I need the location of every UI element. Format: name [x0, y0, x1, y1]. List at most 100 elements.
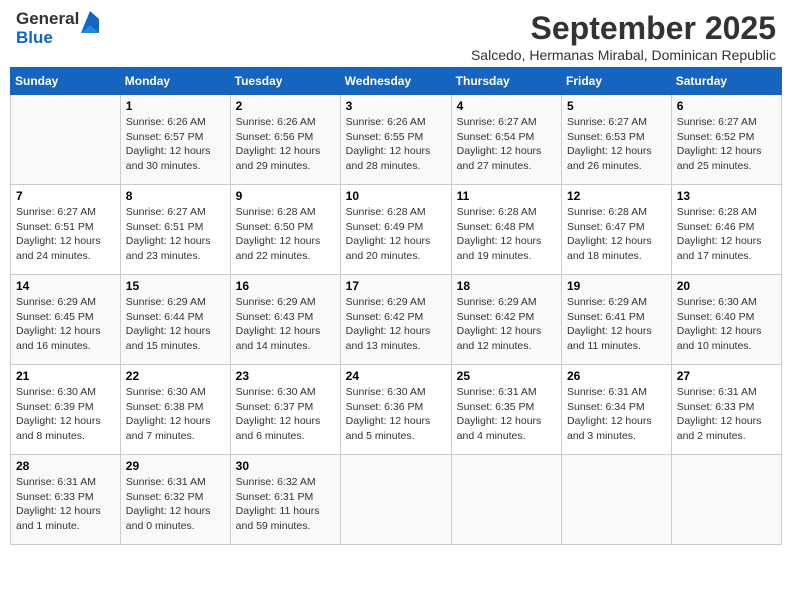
- day-number: 2: [236, 99, 335, 113]
- day-number: 11: [457, 189, 556, 203]
- calendar-header-row: SundayMondayTuesdayWednesdayThursdayFrid…: [11, 68, 782, 95]
- day-number: 18: [457, 279, 556, 293]
- day-number: 26: [567, 369, 666, 383]
- day-number: 14: [16, 279, 115, 293]
- calendar-cell: 30Sunrise: 6:32 AM Sunset: 6:31 PM Dayli…: [230, 455, 340, 545]
- day-info: Sunrise: 6:31 AM Sunset: 6:32 PM Dayligh…: [126, 475, 225, 534]
- day-number: 22: [126, 369, 225, 383]
- calendar-cell: 11 Sunrise: 6:28 AM Sunset: 6:48 PM Dayli…: [451, 185, 561, 275]
- day-info: Sunrise: 6:28 AM Sunset: 6:47 PM Dayligh…: [567, 205, 666, 264]
- calendar-cell: 28Sunrise: 6:31 AM Sunset: 6:33 PM Dayli…: [11, 455, 121, 545]
- day-number: 4: [457, 99, 556, 113]
- day-info: Sunrise: 6:31 AM Sunset: 6:35 PM Dayligh…: [457, 385, 556, 444]
- calendar-cell: 7 Sunrise: 6:27 AM Sunset: 6:51 PM Daylig…: [11, 185, 121, 275]
- month-title: September 2025: [471, 10, 776, 47]
- calendar-cell: 20Sunrise: 6:30 AM Sunset: 6:40 PM Dayli…: [671, 275, 781, 365]
- day-info: Sunrise: 6:27 AM Sunset: 6:52 PM Dayligh…: [677, 115, 776, 174]
- calendar-cell: 29 Sunrise: 6:31 AM Sunset: 6:32 PM Dayli…: [120, 455, 230, 545]
- calendar-cell: [11, 95, 121, 185]
- day-number: 17: [346, 279, 446, 293]
- day-number: 10: [346, 189, 446, 203]
- day-number: 3: [346, 99, 446, 113]
- calendar-cell: [562, 455, 672, 545]
- day-number: 6: [677, 99, 776, 113]
- calendar-cell: 4 Sunrise: 6:27 AM Sunset: 6:54 PM Daylig…: [451, 95, 561, 185]
- location-subtitle: Salcedo, Hermanas Mirabal, Dominican Rep…: [471, 47, 776, 63]
- calendar-cell: 25 Sunrise: 6:31 AM Sunset: 6:35 PM Dayli…: [451, 365, 561, 455]
- calendar-cell: [671, 455, 781, 545]
- day-info: Sunrise: 6:26 AM Sunset: 6:57 PM Dayligh…: [126, 115, 225, 174]
- calendar-cell: 5 Sunrise: 6:27 AM Sunset: 6:53 PM Daylig…: [562, 95, 672, 185]
- calendar-cell: 12 Sunrise: 6:28 AM Sunset: 6:47 PM Dayli…: [562, 185, 672, 275]
- day-info: Sunrise: 6:32 AM Sunset: 6:31 PM Dayligh…: [236, 475, 335, 534]
- day-number: 16: [236, 279, 335, 293]
- day-number: 7: [16, 189, 115, 203]
- day-number: 12: [567, 189, 666, 203]
- calendar-cell: 1 Sunrise: 6:26 AM Sunset: 6:57 PM Daylig…: [120, 95, 230, 185]
- page-header: General Blue September 2025 Salcedo, Her…: [10, 10, 782, 63]
- calendar-week-row: 21 Sunrise: 6:30 AM Sunset: 6:39 PM Dayli…: [11, 365, 782, 455]
- calendar-week-row: 7 Sunrise: 6:27 AM Sunset: 6:51 PM Daylig…: [11, 185, 782, 275]
- calendar-cell: 13 Sunrise: 6:28 AM Sunset: 6:46 PM Dayli…: [671, 185, 781, 275]
- day-info: Sunrise: 6:29 AM Sunset: 6:44 PM Dayligh…: [126, 295, 225, 354]
- day-info: Sunrise: 6:31 AM Sunset: 6:33 PM Dayligh…: [677, 385, 776, 444]
- calendar-week-row: 14 Sunrise: 6:29 AM Sunset: 6:45 PM Dayli…: [11, 275, 782, 365]
- day-number: 13: [677, 189, 776, 203]
- weekday-header-friday: Friday: [562, 68, 672, 95]
- day-number: 21: [16, 369, 115, 383]
- day-info: Sunrise: 6:30 AM Sunset: 6:40 PM Dayligh…: [677, 295, 776, 354]
- day-number: 5: [567, 99, 666, 113]
- day-number: 23: [236, 369, 335, 383]
- day-info: Sunrise: 6:28 AM Sunset: 6:48 PM Dayligh…: [457, 205, 556, 264]
- day-info: Sunrise: 6:26 AM Sunset: 6:55 PM Dayligh…: [346, 115, 446, 174]
- day-info: Sunrise: 6:27 AM Sunset: 6:51 PM Dayligh…: [126, 205, 225, 264]
- day-info: Sunrise: 6:29 AM Sunset: 6:42 PM Dayligh…: [457, 295, 556, 354]
- day-info: Sunrise: 6:30 AM Sunset: 6:37 PM Dayligh…: [236, 385, 335, 444]
- calendar-cell: 24 Sunrise: 6:30 AM Sunset: 6:36 PM Dayli…: [340, 365, 451, 455]
- calendar-cell: 17Sunrise: 6:29 AM Sunset: 6:42 PM Dayli…: [340, 275, 451, 365]
- day-number: 24: [346, 369, 446, 383]
- calendar-cell: 27Sunrise: 6:31 AM Sunset: 6:33 PM Dayli…: [671, 365, 781, 455]
- calendar-cell: [340, 455, 451, 545]
- day-info: Sunrise: 6:29 AM Sunset: 6:41 PM Dayligh…: [567, 295, 666, 354]
- calendar-cell: 26 Sunrise: 6:31 AM Sunset: 6:34 PM Dayli…: [562, 365, 672, 455]
- day-number: 25: [457, 369, 556, 383]
- day-info: Sunrise: 6:29 AM Sunset: 6:43 PM Dayligh…: [236, 295, 335, 354]
- calendar-cell: 8Sunrise: 6:27 AM Sunset: 6:51 PM Daylig…: [120, 185, 230, 275]
- calendar-week-row: 28Sunrise: 6:31 AM Sunset: 6:33 PM Dayli…: [11, 455, 782, 545]
- weekday-header-saturday: Saturday: [671, 68, 781, 95]
- day-info: Sunrise: 6:29 AM Sunset: 6:45 PM Dayligh…: [16, 295, 115, 354]
- day-info: Sunrise: 6:30 AM Sunset: 6:36 PM Dayligh…: [346, 385, 446, 444]
- weekday-header-tuesday: Tuesday: [230, 68, 340, 95]
- day-number: 29: [126, 459, 225, 473]
- calendar-cell: 3 Sunrise: 6:26 AM Sunset: 6:55 PM Daylig…: [340, 95, 451, 185]
- day-info: Sunrise: 6:30 AM Sunset: 6:38 PM Dayligh…: [126, 385, 225, 444]
- logo-graphic: General Blue: [16, 10, 99, 47]
- weekday-header-sunday: Sunday: [11, 68, 121, 95]
- calendar-cell: [451, 455, 561, 545]
- day-info: Sunrise: 6:27 AM Sunset: 6:54 PM Dayligh…: [457, 115, 556, 174]
- day-number: 1: [126, 99, 225, 113]
- calendar-cell: 16 Sunrise: 6:29 AM Sunset: 6:43 PM Dayli…: [230, 275, 340, 365]
- day-info: Sunrise: 6:27 AM Sunset: 6:53 PM Dayligh…: [567, 115, 666, 174]
- calendar-cell: 6 Sunrise: 6:27 AM Sunset: 6:52 PM Daylig…: [671, 95, 781, 185]
- calendar-table: SundayMondayTuesdayWednesdayThursdayFrid…: [10, 67, 782, 545]
- day-info: Sunrise: 6:31 AM Sunset: 6:34 PM Dayligh…: [567, 385, 666, 444]
- day-info: Sunrise: 6:31 AM Sunset: 6:33 PM Dayligh…: [16, 475, 115, 534]
- day-info: Sunrise: 6:26 AM Sunset: 6:56 PM Dayligh…: [236, 115, 335, 174]
- calendar-cell: 9Sunrise: 6:28 AM Sunset: 6:50 PM Daylig…: [230, 185, 340, 275]
- weekday-header-monday: Monday: [120, 68, 230, 95]
- day-info: Sunrise: 6:28 AM Sunset: 6:49 PM Dayligh…: [346, 205, 446, 264]
- calendar-cell: 14 Sunrise: 6:29 AM Sunset: 6:45 PM Dayli…: [11, 275, 121, 365]
- weekday-header-wednesday: Wednesday: [340, 68, 451, 95]
- weekday-header-thursday: Thursday: [451, 68, 561, 95]
- day-info: Sunrise: 6:30 AM Sunset: 6:39 PM Dayligh…: [16, 385, 115, 444]
- day-info: Sunrise: 6:28 AM Sunset: 6:46 PM Dayligh…: [677, 205, 776, 264]
- title-section: September 2025 Salcedo, Hermanas Mirabal…: [471, 10, 776, 63]
- calendar-cell: 2 Sunrise: 6:26 AM Sunset: 6:56 PM Daylig…: [230, 95, 340, 185]
- calendar-cell: 23 Sunrise: 6:30 AM Sunset: 6:37 PM Dayli…: [230, 365, 340, 455]
- day-info: Sunrise: 6:27 AM Sunset: 6:51 PM Dayligh…: [16, 205, 115, 264]
- calendar-cell: 22 Sunrise: 6:30 AM Sunset: 6:38 PM Dayli…: [120, 365, 230, 455]
- calendar-cell: 18 Sunrise: 6:29 AM Sunset: 6:42 PM Dayli…: [451, 275, 561, 365]
- logo: General Blue: [16, 10, 99, 47]
